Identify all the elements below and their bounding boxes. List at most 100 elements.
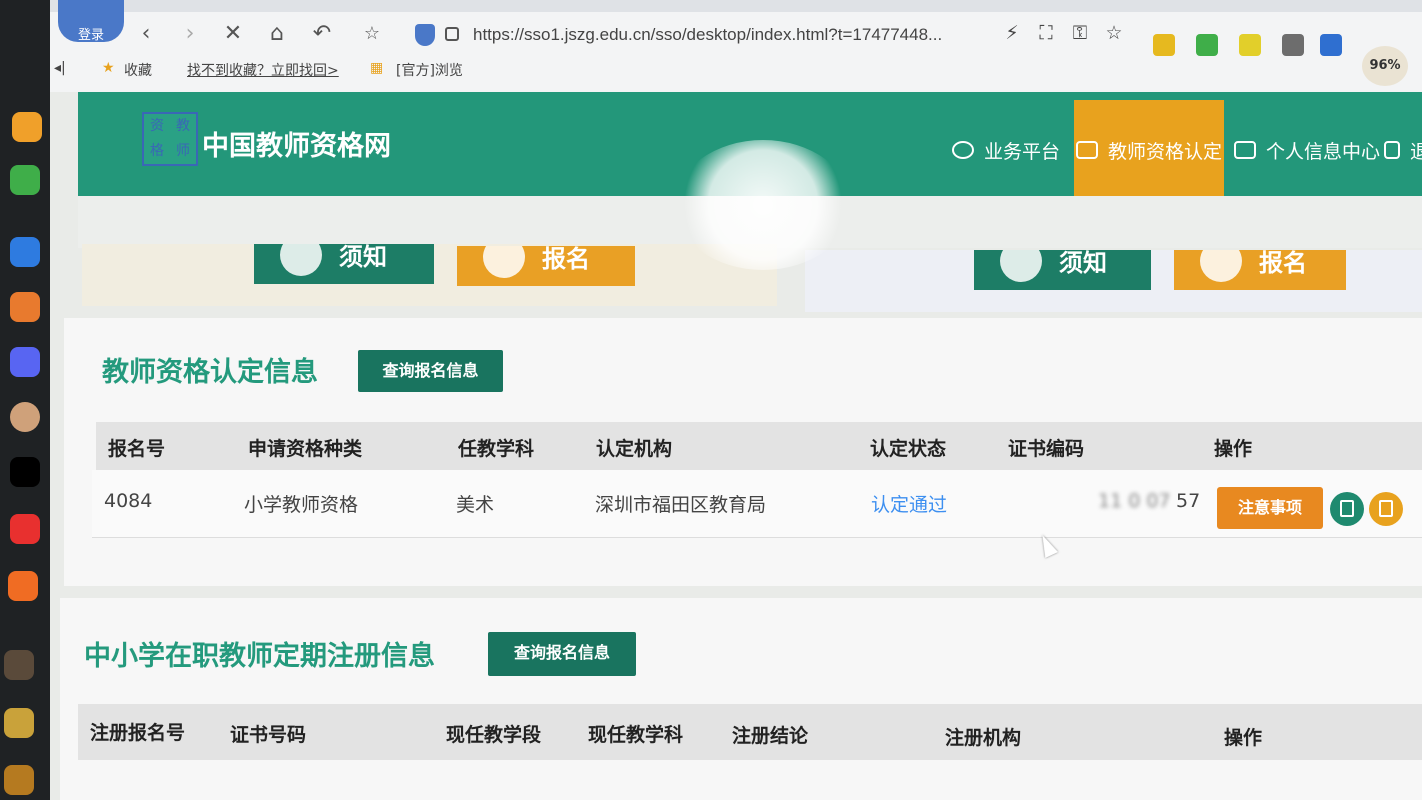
print-document-icon[interactable] — [1369, 492, 1403, 526]
col-header: 操作 — [1214, 438, 1253, 460]
col-header: 证书号码 — [230, 724, 307, 746]
cert-query-button[interactable]: 查询报名信息 — [358, 350, 503, 392]
logo-char: 教 — [176, 118, 190, 134]
signup-icon — [1200, 250, 1242, 282]
undo-icon[interactable]: ↶ — [308, 20, 336, 48]
col-header: 注册结论 — [732, 725, 809, 747]
cert-code-tail: 57 — [1176, 490, 1201, 512]
notice-card-button[interactable]: 须知 — [974, 250, 1151, 290]
nav-label: 教师资格认定 — [1108, 140, 1223, 163]
apps-grid-icon[interactable] — [1282, 34, 1304, 56]
nav-label: 业务平台 — [984, 140, 1061, 163]
address-bar[interactable]: https://sso1.jszg.edu.cn/sso/desktop/ind… — [405, 20, 1005, 50]
status-link[interactable]: 认定通过 — [871, 490, 947, 517]
nav-teacher-cert[interactable]: 教师资格认定 — [1076, 92, 1222, 208]
avatar-app-icon[interactable] — [10, 402, 40, 432]
notice-icon — [280, 244, 322, 276]
screen-glare — [675, 140, 851, 270]
dashboard-icon — [952, 141, 974, 159]
favorites-app-icon[interactable] — [12, 112, 42, 142]
nav-personal-center[interactable]: 个人信息中心 — [1234, 92, 1380, 208]
cert-info-panel: 教师资格认定信息 查询报名信息 报名号 申请资格种类 任教学科 认定机构 认定状… — [64, 318, 1422, 586]
col-header: 报名号 — [108, 438, 166, 460]
browser-sidebar — [0, 0, 50, 800]
col-header: 操作 — [1224, 727, 1263, 749]
apps-icon: ▦ — [370, 60, 384, 76]
zoom-indicator[interactable]: 96% — [1362, 46, 1408, 86]
card-label: 须知 — [339, 244, 387, 271]
screenshot-icon[interactable]: ⛶ — [1035, 22, 1057, 44]
find-favorites-link[interactable]: 找不到收藏？立即找回> — [187, 60, 339, 80]
key-icon[interactable]: ⚿ — [1069, 22, 1091, 44]
game-app-icon[interactable] — [4, 650, 34, 680]
site-logo[interactable]: 资 教 格 师 — [142, 112, 198, 166]
card-label: 报名 — [1259, 250, 1307, 277]
col-header: 申请资格种类 — [248, 438, 363, 460]
agency-cell: 深圳市福田区教育局 — [595, 494, 767, 516]
site-title: 中国教师资格网 — [202, 131, 391, 162]
official-bookmark[interactable]: [官方]浏览 — [396, 60, 463, 80]
reg-no-cell: 4084 — [104, 490, 153, 512]
sidebar-toggle-icon[interactable]: ◂| — [54, 60, 66, 76]
game-app-icon[interactable] — [10, 347, 40, 377]
signup-card-button[interactable]: 报名 — [457, 246, 635, 286]
star-list-icon[interactable]: ☆ — [358, 20, 386, 48]
logo-char: 格 — [150, 143, 164, 159]
extension-icon[interactable] — [1153, 34, 1175, 56]
game-app-icon[interactable] — [4, 765, 34, 795]
table-row: 4084 小学教师资格 美术 深圳市福田区教育局 认定通过 11 0 07 57… — [92, 470, 1422, 538]
close-icon[interactable]: ✕ — [219, 20, 247, 48]
nav-label: 个人信息中心 — [1266, 140, 1381, 163]
cert-section-title: 教师资格认定信息 — [102, 357, 318, 388]
game-app-icon[interactable] — [4, 708, 34, 738]
col-header: 认定状态 — [870, 438, 947, 460]
col-header: 现任教学科 — [588, 724, 684, 746]
quick-cards-left: 须知 报名 — [82, 244, 777, 306]
favorites-star-icon: ★ — [102, 60, 115, 76]
card-label: 须知 — [1059, 250, 1107, 277]
lightning-icon[interactable]: ⚡ — [1001, 22, 1023, 44]
subject-cell: 美术 — [456, 494, 495, 516]
col-header: 任教学科 — [458, 438, 535, 460]
short-drama-app-icon[interactable] — [8, 571, 38, 601]
back-icon[interactable]: ‹ — [132, 20, 160, 48]
registration-section-title: 中小学在职教师定期注册信息 — [84, 641, 435, 672]
col-header: 注册报名号 — [90, 722, 186, 744]
col-header: 现任教学段 — [446, 724, 542, 746]
forward-icon[interactable]: › — [176, 20, 204, 48]
quick-cards-right: 须知 报名 — [805, 250, 1422, 312]
translate-icon[interactable] — [1320, 34, 1342, 56]
login-button[interactable]: 登录 — [58, 0, 124, 43]
notes-app-icon[interactable] — [10, 292, 40, 322]
notice-card-button[interactable]: 须知 — [254, 244, 434, 284]
monitor-icon — [1234, 141, 1256, 159]
history-app-icon[interactable] — [10, 165, 40, 195]
tiktok-app-icon[interactable] — [10, 457, 40, 487]
extension-icon[interactable] — [1196, 34, 1218, 56]
url-text[interactable]: https://sso1.jszg.edu.cn/sso/desktop/ind… — [473, 25, 942, 45]
nav-logout[interactable]: 退 — [1384, 92, 1422, 208]
signup-card-button[interactable]: 报名 — [1174, 250, 1346, 290]
notice-icon — [1000, 250, 1042, 282]
toolbox-app-icon[interactable] — [10, 237, 40, 267]
logo-char: 资 — [150, 118, 164, 134]
col-header: 认定机构 — [596, 438, 673, 460]
view-document-icon[interactable] — [1330, 492, 1364, 526]
registration-panel: 中小学在职教师定期注册信息 查询报名信息 注册报名号 证书号码 现任教学段 现任… — [60, 598, 1422, 800]
nav-label: 退 — [1410, 140, 1422, 163]
favorites-menu[interactable]: 收藏 — [124, 60, 152, 80]
shield-icon — [415, 24, 435, 46]
cert-type-cell: 小学教师资格 — [244, 494, 359, 516]
monitor-icon — [1076, 141, 1098, 159]
lock-icon — [445, 27, 459, 41]
bookmark-star-icon[interactable]: ☆ — [1103, 22, 1125, 44]
registration-query-button[interactable]: 查询报名信息 — [488, 632, 636, 676]
xiaohongshu-app-icon[interactable] — [10, 514, 40, 544]
col-header: 证书编码 — [1008, 438, 1085, 460]
nav-business-platform[interactable]: 业务平台 — [952, 92, 1060, 208]
home-icon[interactable]: ⌂ — [263, 20, 291, 48]
browser-chrome: 登录 ‹ › ✕ ⌂ ↶ ☆ https://sso1.jszg.edu.cn/… — [0, 0, 1422, 92]
notice-button[interactable]: 注意事项 — [1217, 487, 1323, 529]
extension-icon[interactable] — [1239, 34, 1261, 56]
tab-strip — [0, 0, 1422, 12]
